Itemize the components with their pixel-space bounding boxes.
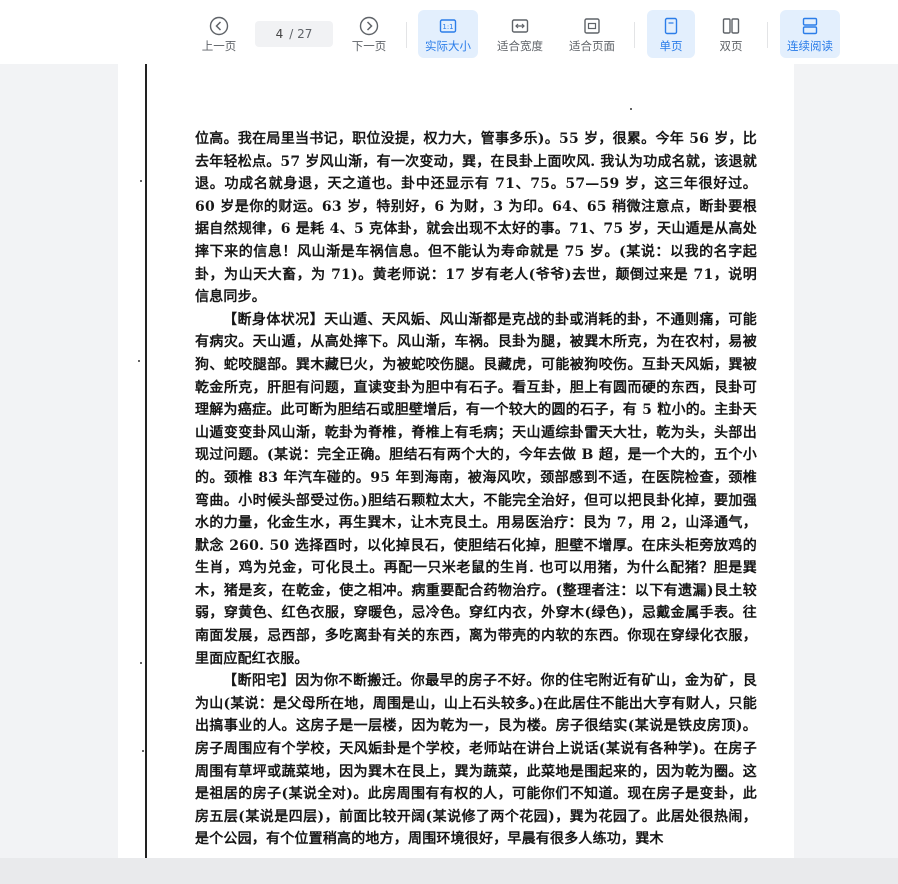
double-page-label: 双页 — [719, 39, 743, 53]
scan-speck — [630, 108, 632, 110]
paragraph: 位高。我在局里当书记，职位没提，权力大，管事多乐)。55 岁，很累。今年 56 … — [195, 131, 757, 306]
double-page-button[interactable]: 双页 — [708, 10, 754, 58]
fit-width-label: 适合宽度 — [497, 39, 543, 53]
fit-page-button[interactable]: 适合页面 — [564, 10, 620, 58]
bottom-bar — [0, 858, 898, 884]
scan-speck — [142, 750, 144, 752]
paragraph: 【断阳宅】因为你不断搬迁。你最早的房子不好。你的住宅附近有矿山，金为矿，艮为山(… — [195, 673, 757, 848]
chevron-right-circle-icon — [359, 16, 379, 36]
actual-size-icon: 1:1 — [439, 19, 457, 33]
total-pages: / 27 — [289, 27, 313, 41]
current-page-input[interactable]: 4 — [276, 27, 284, 41]
double-page-icon — [722, 18, 740, 34]
toolbar-divider — [634, 22, 635, 48]
scan-speck — [140, 662, 142, 664]
page-text: 位高。我在局里当书记，职位没提，权力大，管事多乐)。55 岁，很累。今年 56 … — [195, 128, 757, 851]
single-page-label: 单页 — [659, 39, 683, 53]
fit-page-label: 适合页面 — [569, 39, 615, 53]
chevron-left-circle-icon — [209, 16, 229, 36]
fit-page-icon — [584, 18, 600, 34]
scan-speck — [138, 360, 140, 362]
fit-width-button[interactable]: 适合宽度 — [492, 10, 548, 58]
fit-width-icon — [511, 19, 529, 33]
next-page-label: 下一页 — [351, 39, 387, 53]
document-page: 位高。我在局里当书记，职位没提，权力大，管事多乐)。55 岁，很累。今年 56 … — [118, 64, 794, 858]
continuous-reading-label: 连续阅读 — [787, 39, 833, 53]
reader-toolbar: 上一页 4 / 27 下一页 1:1 实际大小 适合宽度 适合页面 单页 双页 … — [0, 0, 898, 64]
actual-size-label: 实际大小 — [425, 39, 471, 53]
single-page-button[interactable]: 单页 — [647, 10, 695, 58]
actual-size-button[interactable]: 1:1 实际大小 — [418, 10, 478, 58]
prev-page-label: 上一页 — [201, 39, 237, 53]
document-viewer[interactable]: 位高。我在局里当书记，职位没提，权力大，管事多乐)。55 岁，很累。今年 56 … — [0, 64, 898, 858]
continuous-reading-icon — [802, 17, 818, 35]
svg-text:1:1: 1:1 — [442, 23, 453, 31]
toolbar-divider — [767, 22, 768, 48]
scan-border-line — [145, 64, 147, 858]
toolbar-divider — [406, 22, 407, 48]
continuous-reading-button[interactable]: 连续阅读 — [780, 10, 840, 58]
paragraph: 【断身体状况】天山遁、天风姤、风山渐都是克战的卦或消耗的卦，不通则痛，可能有病灾… — [195, 311, 757, 667]
next-page-button[interactable]: 下一页 — [346, 10, 392, 58]
prev-page-button[interactable]: 上一页 — [196, 10, 242, 58]
single-page-icon — [664, 17, 678, 35]
scan-speck — [140, 180, 142, 182]
page-indicator: 4 / 27 — [255, 21, 333, 47]
